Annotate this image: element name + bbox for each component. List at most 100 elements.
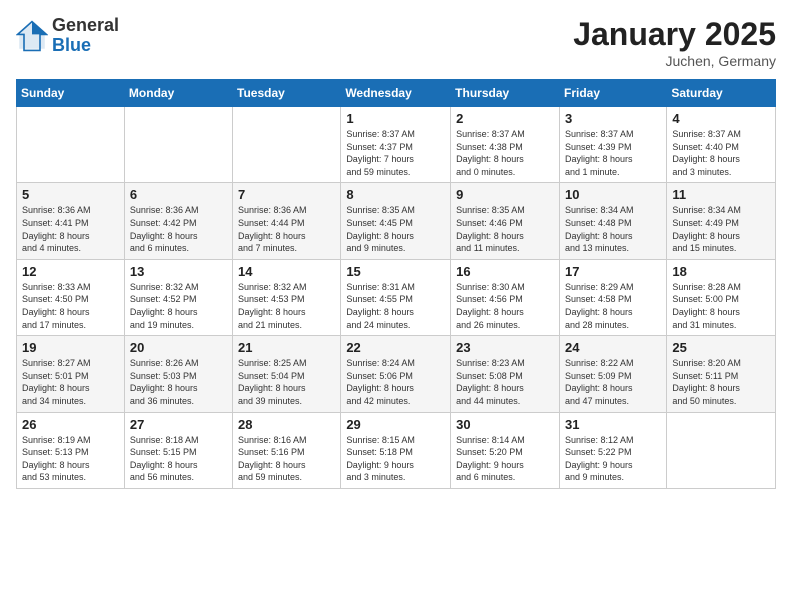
- day-number: 23: [456, 340, 554, 355]
- day-number: 24: [565, 340, 661, 355]
- day-info: Sunrise: 8:15 AM Sunset: 5:18 PM Dayligh…: [346, 434, 445, 484]
- calendar-week-1: 1 Sunrise: 8:37 AM Sunset: 4:37 PM Daylig…: [17, 107, 776, 183]
- logo: General Blue: [16, 16, 119, 56]
- day-number: 15: [346, 264, 445, 279]
- calendar-cell: 5Sunrise: 8:36 AM Sunset: 4:41 PM Daylig…: [17, 183, 125, 259]
- day-number: 13: [130, 264, 227, 279]
- calendar-week-3: 12 Sunrise: 8:33 AM Sunset: 4:50 PM Dayli…: [17, 259, 776, 335]
- calendar-table: SundayMondayTuesdayWednesdayThursdayFrid…: [16, 79, 776, 489]
- location: Juchen, Germany: [573, 53, 776, 69]
- day-number: 28: [238, 417, 335, 432]
- day-number: 8: [346, 187, 445, 202]
- calendar-cell: 8 Sunrise: 8:35 AM Sunset: 4:45 PM Daylig…: [341, 183, 451, 259]
- calendar-week-4: 19Sunrise: 8:27 AM Sunset: 5:01 PM Dayli…: [17, 336, 776, 412]
- day-number: 25: [672, 340, 770, 355]
- day-number: 10: [565, 187, 661, 202]
- calendar-cell: 9Sunrise: 8:35 AM Sunset: 4:46 PM Daylig…: [451, 183, 560, 259]
- calendar-cell: 2 Sunrise: 8:37 AM Sunset: 4:38 PM Daylig…: [451, 107, 560, 183]
- day-number: 14: [238, 264, 335, 279]
- day-info: Sunrise: 8:34 AM Sunset: 4:49 PM Dayligh…: [672, 204, 770, 254]
- weekday-header-sunday: Sunday: [17, 80, 125, 107]
- calendar-cell: 4 Sunrise: 8:37 AM Sunset: 4:40 PM Daylig…: [667, 107, 776, 183]
- day-info: Sunrise: 8:14 AM Sunset: 5:20 PM Dayligh…: [456, 434, 554, 484]
- day-info: Sunrise: 8:33 AM Sunset: 4:50 PM Dayligh…: [22, 281, 119, 331]
- day-number: 4: [672, 111, 770, 126]
- day-info: Sunrise: 8:37 AM Sunset: 4:37 PM Dayligh…: [346, 128, 445, 178]
- calendar-week-5: 26Sunrise: 8:19 AM Sunset: 5:13 PM Dayli…: [17, 412, 776, 488]
- weekday-header-row: SundayMondayTuesdayWednesdayThursdayFrid…: [17, 80, 776, 107]
- day-info: Sunrise: 8:26 AM Sunset: 5:03 PM Dayligh…: [130, 357, 227, 407]
- calendar-cell: 6 Sunrise: 8:36 AM Sunset: 4:42 PM Daylig…: [124, 183, 232, 259]
- day-number: 26: [22, 417, 119, 432]
- calendar-cell: 14Sunrise: 8:32 AM Sunset: 4:53 PM Dayli…: [233, 259, 341, 335]
- day-number: 30: [456, 417, 554, 432]
- day-info: Sunrise: 8:37 AM Sunset: 4:38 PM Dayligh…: [456, 128, 554, 178]
- calendar-cell: 16 Sunrise: 8:30 AM Sunset: 4:56 PM Dayli…: [451, 259, 560, 335]
- calendar-cell: [233, 107, 341, 183]
- calendar-cell: 17Sunrise: 8:29 AM Sunset: 4:58 PM Dayli…: [559, 259, 666, 335]
- day-info: Sunrise: 8:37 AM Sunset: 4:40 PM Dayligh…: [672, 128, 770, 178]
- calendar-cell: 22Sunrise: 8:24 AM Sunset: 5:06 PM Dayli…: [341, 336, 451, 412]
- calendar-cell: 1 Sunrise: 8:37 AM Sunset: 4:37 PM Daylig…: [341, 107, 451, 183]
- day-info: Sunrise: 8:12 AM Sunset: 5:22 PM Dayligh…: [565, 434, 661, 484]
- day-info: Sunrise: 8:20 AM Sunset: 5:11 PM Dayligh…: [672, 357, 770, 407]
- day-info: Sunrise: 8:35 AM Sunset: 4:45 PM Dayligh…: [346, 204, 445, 254]
- calendar-cell: 7 Sunrise: 8:36 AM Sunset: 4:44 PM Daylig…: [233, 183, 341, 259]
- day-number: 16: [456, 264, 554, 279]
- calendar-cell: 13Sunrise: 8:32 AM Sunset: 4:52 PM Dayli…: [124, 259, 232, 335]
- calendar-cell: 10 Sunrise: 8:34 AM Sunset: 4:48 PM Dayli…: [559, 183, 666, 259]
- day-info: Sunrise: 8:16 AM Sunset: 5:16 PM Dayligh…: [238, 434, 335, 484]
- day-number: 6: [130, 187, 227, 202]
- page-header: General Blue January 2025 Juchen, German…: [16, 16, 776, 69]
- weekday-header-thursday: Thursday: [451, 80, 560, 107]
- day-info: Sunrise: 8:36 AM Sunset: 4:42 PM Dayligh…: [130, 204, 227, 254]
- day-info: Sunrise: 8:27 AM Sunset: 5:01 PM Dayligh…: [22, 357, 119, 407]
- day-number: 2: [456, 111, 554, 126]
- calendar-cell: 23 Sunrise: 8:23 AM Sunset: 5:08 PM Dayli…: [451, 336, 560, 412]
- weekday-header-monday: Monday: [124, 80, 232, 107]
- day-number: 22: [346, 340, 445, 355]
- weekday-header-friday: Friday: [559, 80, 666, 107]
- day-info: Sunrise: 8:36 AM Sunset: 4:44 PM Dayligh…: [238, 204, 335, 254]
- calendar-cell: 24 Sunrise: 8:22 AM Sunset: 5:09 PM Dayli…: [559, 336, 666, 412]
- day-info: Sunrise: 8:31 AM Sunset: 4:55 PM Dayligh…: [346, 281, 445, 331]
- day-number: 1: [346, 111, 445, 126]
- day-info: Sunrise: 8:30 AM Sunset: 4:56 PM Dayligh…: [456, 281, 554, 331]
- day-number: 20: [130, 340, 227, 355]
- title-block: January 2025 Juchen, Germany: [573, 16, 776, 69]
- calendar-cell: [667, 412, 776, 488]
- calendar-cell: [17, 107, 125, 183]
- calendar-cell: 26Sunrise: 8:19 AM Sunset: 5:13 PM Dayli…: [17, 412, 125, 488]
- calendar-cell: 3 Sunrise: 8:37 AM Sunset: 4:39 PM Daylig…: [559, 107, 666, 183]
- day-info: Sunrise: 8:18 AM Sunset: 5:15 PM Dayligh…: [130, 434, 227, 484]
- calendar-week-2: 5Sunrise: 8:36 AM Sunset: 4:41 PM Daylig…: [17, 183, 776, 259]
- weekday-header-tuesday: Tuesday: [233, 80, 341, 107]
- day-info: Sunrise: 8:29 AM Sunset: 4:58 PM Dayligh…: [565, 281, 661, 331]
- day-info: Sunrise: 8:28 AM Sunset: 5:00 PM Dayligh…: [672, 281, 770, 331]
- calendar-cell: 25 Sunrise: 8:20 AM Sunset: 5:11 PM Dayli…: [667, 336, 776, 412]
- calendar-cell: 21Sunrise: 8:25 AM Sunset: 5:04 PM Dayli…: [233, 336, 341, 412]
- day-info: Sunrise: 8:34 AM Sunset: 4:48 PM Dayligh…: [565, 204, 661, 254]
- day-number: 11: [672, 187, 770, 202]
- calendar-cell: 15 Sunrise: 8:31 AM Sunset: 4:55 PM Dayli…: [341, 259, 451, 335]
- day-number: 9: [456, 187, 554, 202]
- day-info: Sunrise: 8:22 AM Sunset: 5:09 PM Dayligh…: [565, 357, 661, 407]
- calendar-cell: 29Sunrise: 8:15 AM Sunset: 5:18 PM Dayli…: [341, 412, 451, 488]
- calendar-cell: 27Sunrise: 8:18 AM Sunset: 5:15 PM Dayli…: [124, 412, 232, 488]
- logo-blue: Blue: [52, 36, 119, 56]
- calendar-cell: 11 Sunrise: 8:34 AM Sunset: 4:49 PM Dayli…: [667, 183, 776, 259]
- day-info: Sunrise: 8:23 AM Sunset: 5:08 PM Dayligh…: [456, 357, 554, 407]
- day-number: 21: [238, 340, 335, 355]
- day-info: Sunrise: 8:37 AM Sunset: 4:39 PM Dayligh…: [565, 128, 661, 178]
- logo-text: General Blue: [52, 16, 119, 56]
- day-number: 3: [565, 111, 661, 126]
- calendar-cell: 28 Sunrise: 8:16 AM Sunset: 5:16 PM Dayli…: [233, 412, 341, 488]
- logo-icon: [16, 20, 48, 52]
- day-number: 12: [22, 264, 119, 279]
- day-number: 18: [672, 264, 770, 279]
- day-number: 7: [238, 187, 335, 202]
- day-number: 5: [22, 187, 119, 202]
- calendar-cell: 30 Sunrise: 8:14 AM Sunset: 5:20 PM Dayli…: [451, 412, 560, 488]
- calendar-cell: 12 Sunrise: 8:33 AM Sunset: 4:50 PM Dayli…: [17, 259, 125, 335]
- calendar-cell: 18 Sunrise: 8:28 AM Sunset: 5:00 PM Dayli…: [667, 259, 776, 335]
